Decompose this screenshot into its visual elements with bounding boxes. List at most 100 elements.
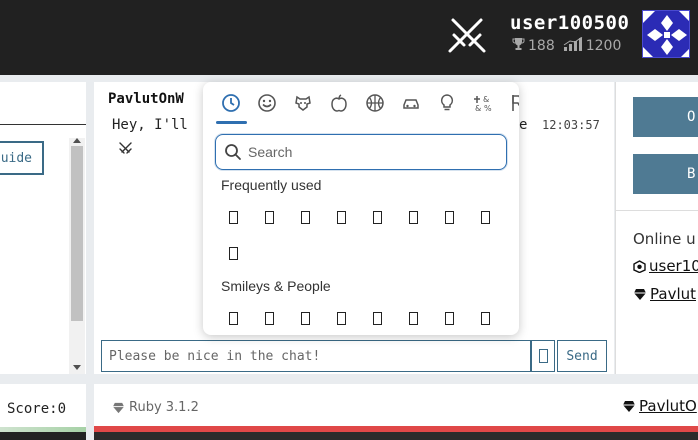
emoji-glyph [336,311,346,325]
ruby-icon [112,402,125,413]
username[interactable]: user100500 [510,12,629,34]
avatar[interactable] [642,10,690,58]
emoji-item[interactable] [359,300,395,335]
language-name: Ruby 3.1.2 [129,400,199,415]
emoji-item[interactable] [215,300,251,335]
guide-button[interactable]: uide [0,141,44,175]
emoji-picker: &&% Frequently used Smileys & People [203,82,519,335]
emoji-glyph [336,210,346,224]
emoji-search[interactable] [215,134,507,170]
emoji-item[interactable] [431,199,467,235]
emoji-item[interactable] [359,199,395,235]
emoji-glyph [228,246,238,260]
emoji-glyph [372,311,382,325]
tab-symbols[interactable]: & &% [465,90,501,116]
frequently-used-grid [215,199,507,271]
right-button-1[interactable]: O [633,97,698,137]
emoji-glyph [300,210,310,224]
emoji-item[interactable] [323,199,359,235]
left-panel: uide [0,82,86,374]
basketball-icon [366,94,384,112]
emoji-item[interactable] [215,199,251,235]
svg-text:&: & [475,104,481,113]
chat-message-text: Hey, I'll [112,117,188,133]
svg-text:%: % [484,104,492,113]
chat-message-text-end: e [519,117,528,133]
smileys-people-heading: Smileys & People [221,278,331,294]
online-user-name[interactable]: user10 [649,257,698,275]
chat-input[interactable]: Please be nice in the chat! [101,340,531,372]
emoji-glyph [444,210,454,224]
online-user-name[interactable]: Pavlut [650,285,696,303]
crossed-swords-icon [119,142,132,154]
emoji-glyph [228,210,238,224]
language-icon [633,259,646,273]
frequently-used-heading: Frequently used [221,177,322,193]
tab-objects[interactable] [429,90,465,116]
dog-icon [295,95,311,111]
emoji-item[interactable] [431,300,467,335]
code-editor[interactable] [94,432,698,440]
emoji-icon [538,349,548,363]
emoji-glyph [264,311,274,325]
car-icon [403,99,419,109]
emoji-search-input[interactable] [248,144,488,160]
language-label: Ruby 3.1.2 [112,400,199,415]
tab-smileys[interactable] [249,90,285,116]
player-name[interactable]: PavlutO [639,397,697,415]
smileys-people-grid [215,300,507,335]
symbols-icon: &&% [474,95,492,113]
emoji-picker-button[interactable] [531,340,555,372]
clock-icon [222,94,240,112]
emoji-item[interactable] [395,300,431,335]
scrollbar[interactable] [69,138,85,374]
top-navbar: user100500 188 1200 [0,0,698,75]
emoji-item[interactable] [287,199,323,235]
online-user-item[interactable]: user10 [633,257,698,275]
tab-food[interactable] [321,90,357,116]
rating-chart-icon [563,36,583,55]
emoji-item[interactable] [467,300,503,335]
divider [616,210,698,211]
emoji-glyph [444,311,454,325]
send-button[interactable]: Send [557,340,607,372]
right-panel: O B Online u user10 Pavlut [615,82,698,374]
scroll-up-icon[interactable] [73,138,81,143]
divider [0,124,86,125]
score-label: Score:0 [7,401,67,417]
emoji-item[interactable] [467,199,503,235]
emoji-item[interactable] [395,199,431,235]
emoji-item[interactable] [251,199,287,235]
online-user-item[interactable]: Pavlut [633,285,696,303]
user-stats: 188 1200 [512,36,629,55]
emoji-glyph [300,311,310,325]
emoji-glyph [228,311,238,325]
crossed-swords-icon[interactable] [446,13,488,55]
tab-flags[interactable] [501,90,519,116]
wins-count: 188 [528,38,555,54]
tab-travel[interactable] [393,90,429,116]
chat-message-time: 12:03:57 [542,118,600,132]
right-button-2[interactable]: B [633,154,698,194]
emoji-glyph [264,210,274,224]
chat-message-author: PavlutOnW [108,91,184,107]
tab-activity[interactable] [357,90,393,116]
emoji-item[interactable] [323,300,359,335]
tab-recent[interactable] [213,90,249,116]
tab-animals[interactable] [285,90,321,116]
emoji-glyph [408,210,418,224]
scroll-down-icon[interactable] [73,365,81,370]
ruby-icon [634,288,646,300]
emoji-item[interactable] [251,300,287,335]
emoji-category-bar: & &% [213,90,519,116]
scrollbar-thumb[interactable] [71,146,83,321]
emoji-item[interactable] [287,300,323,335]
emoji-glyph [480,210,490,224]
emoji-glyph [372,210,382,224]
right-button-1-label: O [687,109,696,125]
lightbulb-icon [440,94,454,111]
player-link[interactable]: PavlutO [622,397,697,415]
emoji-item[interactable] [215,235,251,271]
editor-header: Ruby 3.1.2 PavlutO [94,384,698,440]
search-icon [225,144,241,160]
